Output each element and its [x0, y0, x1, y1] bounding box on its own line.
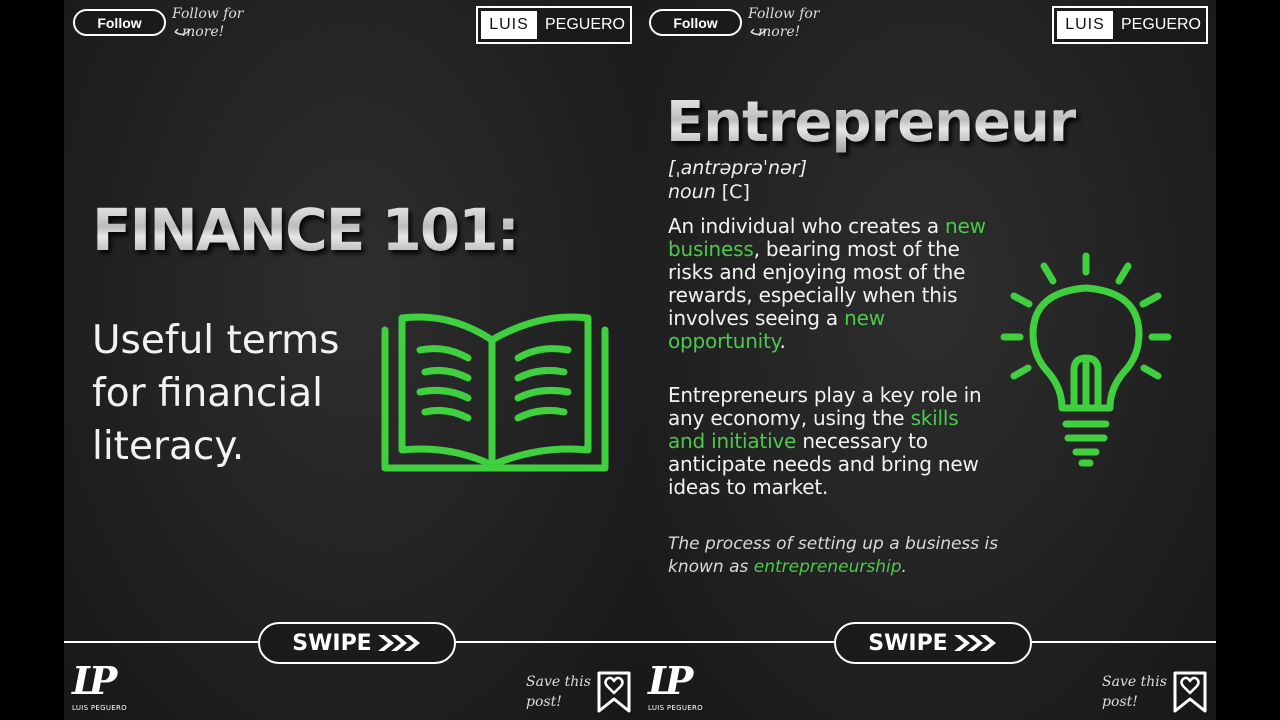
brand-last-name: PEGUERO [1120, 16, 1201, 33]
follow-note-line1: Follow for [748, 6, 820, 22]
slide-entrepreneur: Follow Follow for more! LUIS PEGUERO Ent… [640, 0, 1216, 720]
swipe-button[interactable]: SWIPE [834, 622, 1032, 664]
lightbulb-icon [1000, 252, 1172, 467]
save-note-line1: Save this [1102, 674, 1167, 690]
lp-logo: LP LUIS PEGUERO [648, 662, 708, 716]
save-note: Save this post! [526, 672, 600, 712]
part-of-speech-label: noun [668, 181, 716, 203]
brand-first-name: LUIS [1054, 8, 1116, 42]
highlight-text: entrepreneurship [753, 557, 902, 577]
term-title: Entrepreneur [666, 90, 1077, 155]
chevrons-right-icon [953, 635, 996, 651]
logo-name: LUIS PEGUERO [72, 704, 127, 712]
save-note: Save this post! [1102, 672, 1176, 712]
grammar-code: [C] [721, 181, 750, 203]
slide-finance-101: Follow Follow for more! LUIS PEGUERO FIN… [64, 0, 640, 720]
brand-badge: LUIS PEGUERO [476, 6, 632, 44]
logo-name: LUIS PEGUERO [648, 704, 703, 712]
role-paragraph: Entrepreneurs play a key role in any eco… [668, 384, 988, 499]
footnote: The process of setting up a business is … [668, 533, 1018, 579]
lp-logo: LP LUIS PEGUERO [72, 662, 132, 716]
subtitle: Useful terms for financial literacy. [92, 318, 340, 469]
chevrons-right-icon [377, 635, 420, 651]
brand-last-name: PEGUERO [544, 16, 625, 33]
footnote-text: . [901, 557, 907, 577]
bookmark-heart-icon[interactable] [596, 670, 632, 714]
part-of-speech: noun [C] [668, 180, 750, 204]
follow-button[interactable]: Follow [73, 9, 166, 36]
curved-arrow-icon [750, 28, 767, 36]
swipe-button[interactable]: SWIPE [258, 622, 456, 664]
brand-badge: LUIS PEGUERO [1052, 6, 1208, 44]
save-note-line1: Save this [526, 674, 591, 690]
brand-first-name: LUIS [478, 8, 540, 42]
curved-arrow-icon [174, 28, 191, 36]
definition-text: An individual who creates a [668, 214, 946, 238]
follow-note-line1: Follow for [172, 6, 244, 22]
page-title: FINANCE 101: [92, 196, 520, 264]
definition-paragraph: An individual who creates a new business… [668, 215, 988, 353]
swipe-label: SWIPE [868, 630, 948, 656]
save-note-line2: post! [1102, 694, 1138, 710]
bookmark-heart-icon[interactable] [1172, 670, 1208, 714]
definition-text: . [779, 329, 786, 353]
follow-button[interactable]: Follow [649, 9, 742, 36]
logo-monogram: LP [648, 658, 693, 703]
save-note-line2: post! [526, 694, 562, 710]
swipe-label: SWIPE [292, 630, 372, 656]
pronunciation: [ˌantrəprəˈnər] [668, 157, 808, 179]
logo-monogram: LP [72, 658, 117, 703]
open-book-icon [381, 313, 609, 472]
